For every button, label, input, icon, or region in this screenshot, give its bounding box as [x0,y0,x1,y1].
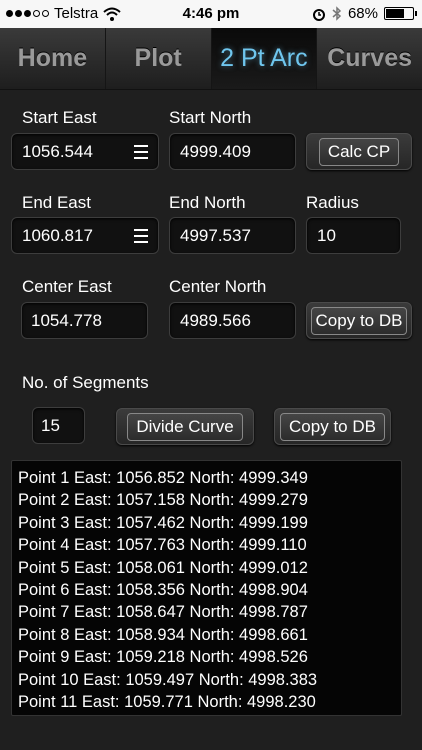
end-east-field[interactable]: 1060.817 [11,217,159,254]
start-east-field[interactable]: 1056.544 [11,133,159,170]
list-item: Point 4 East: 1057.763 North: 4999.110 [18,536,307,555]
list-item: Point 8 East: 1058.934 North: 4998.661 [18,625,308,644]
bluetooth-icon [332,6,342,21]
list-item: Point 7 East: 1058.647 North: 4998.787 [18,603,308,622]
end-north-value: 4997.537 [180,225,251,245]
tab-2-pt-arc[interactable]: 2 Pt Arc [211,28,318,89]
tab-bar: Home Plot 2 Pt Arc Curves [0,28,422,90]
calc-cp-button[interactable]: Calc CP [306,133,412,170]
calc-cp-button-label: Calc CP [318,137,400,166]
start-north-value: 4999.409 [180,141,251,161]
radius-label: Radius [306,193,359,212]
copy-to-db-button-1-label: Copy to DB [310,306,408,335]
menu-icon[interactable] [134,145,148,159]
tab-curves[interactable]: Curves [317,28,422,89]
copy-to-db-button-2-label: Copy to DB [280,412,385,441]
tab-plot[interactable]: Plot [106,28,212,89]
menu-icon[interactable] [134,229,148,243]
start-north-label: Start North [169,108,252,127]
copy-to-db-button-2[interactable]: Copy to DB [274,408,391,445]
alarm-clock-icon [312,8,325,21]
copy-to-db-button-1[interactable]: Copy to DB [306,302,412,339]
end-north-field[interactable]: 4997.537 [169,217,296,254]
list-item: Point 6 East: 1058.356 North: 4998.904 [18,581,308,600]
list-item: Point 11 East: 1059.771 North: 4998.230 [18,693,316,712]
radius-value: 10 [317,225,336,245]
center-east-field[interactable]: 1054.778 [21,302,148,339]
list-item: Point 10 East: 1059.497 North: 4998.383 [18,670,318,689]
list-item: Point 5 East: 1058.061 North: 4999.012 [18,558,308,577]
segments-label: No. of Segments [22,373,149,392]
center-east-label: Center East [22,277,112,296]
end-north-label: End North [169,193,246,212]
divide-curve-button-label: Divide Curve [127,412,243,441]
center-north-field[interactable]: 4989.566 [169,302,296,339]
start-north-field[interactable]: 4999.409 [169,133,296,170]
status-right: 68% [312,5,417,22]
center-north-value: 4989.566 [180,310,251,330]
end-east-label: End East [22,193,91,212]
segments-value: 15 [41,415,60,435]
divide-curve-button[interactable]: Divide Curve [116,408,254,445]
list-item: Point 1 East: 1056.852 North: 4999.349 [18,469,308,487]
results-list[interactable]: Point 1 East: 1056.852 North: 4999.349 P… [11,460,402,716]
list-item: Point 2 East: 1057.158 North: 4999.279 [18,491,308,510]
status-bar: Telstra 4:46 pm 68% [0,0,422,28]
radius-field[interactable]: 10 [306,217,401,254]
list-item: Point 3 East: 1057.462 North: 4999.199 [18,513,308,532]
center-north-label: Center North [169,277,267,296]
segments-field[interactable]: 15 [32,407,85,444]
center-east-value: 1054.778 [31,310,102,330]
battery-icon [384,7,417,20]
list-item: Point 9 East: 1059.218 North: 4998.526 [18,648,308,667]
battery-percent: 68% [347,5,378,22]
start-east-value: 1056.544 [22,141,93,161]
start-east-label: Start East [22,108,97,127]
tab-home[interactable]: Home [0,28,106,89]
end-east-value: 1060.817 [22,225,93,245]
